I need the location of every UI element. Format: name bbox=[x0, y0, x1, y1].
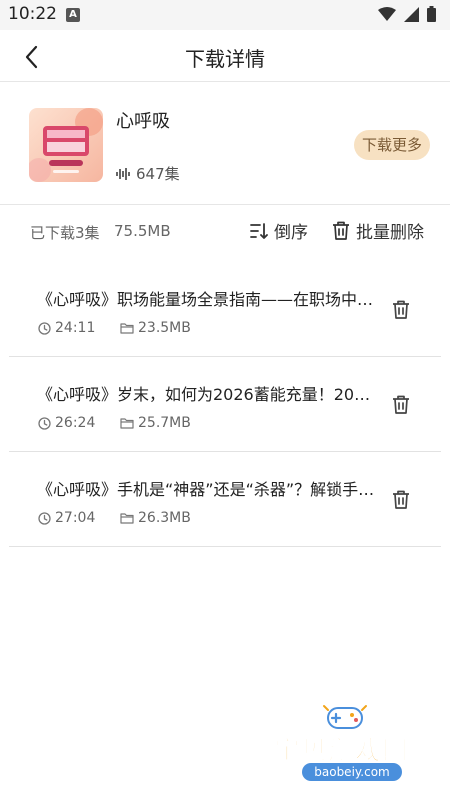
episode-size: 23.5MB bbox=[120, 320, 191, 336]
gamepad-icon bbox=[323, 705, 367, 729]
duration-label: 26:24 bbox=[55, 415, 96, 431]
site-watermark: 宝贝游戏网 baobeiy.com bbox=[266, 700, 426, 790]
episode-size: 26.3MB bbox=[120, 510, 191, 526]
episode-item[interactable]: 《心呼吸》岁末，如何为2026蓄能充量！2026年新的开始 26:24 25.7… bbox=[9, 357, 441, 452]
album-cover[interactable] bbox=[29, 108, 103, 182]
album-name: 心呼吸 bbox=[116, 111, 170, 132]
status-bar: 10:22 A bbox=[0, 0, 450, 30]
clock-icon bbox=[38, 511, 51, 525]
sort-button[interactable]: 倒序 bbox=[250, 218, 308, 243]
episode-item[interactable]: 《心呼吸》手机是“神器”还是“杀器”？解锁手机的正确用法 27:04 26.3M… bbox=[9, 452, 441, 547]
watermark-url: baobeiy.com bbox=[302, 763, 402, 781]
battery-icon bbox=[427, 6, 436, 26]
episode-list: 《心呼吸》职场能量场全景指南——在职场中修炼能量的方法 24:11 23.5MB… bbox=[0, 262, 450, 547]
audio-wave-icon bbox=[116, 167, 130, 180]
episode-meta: 26:24 25.7MB bbox=[38, 415, 191, 431]
delete-episode-button[interactable] bbox=[389, 392, 413, 416]
watermark-text: 宝贝游戏网 bbox=[273, 736, 410, 767]
size-label: 23.5MB bbox=[138, 320, 191, 336]
episode-count-label: 647集 bbox=[136, 165, 180, 183]
episode-item[interactable]: 《心呼吸》职场能量场全景指南——在职场中修炼能量的方法 24:11 23.5MB bbox=[9, 262, 441, 357]
duration-label: 27:04 bbox=[55, 510, 96, 526]
size-label: 26.3MB bbox=[138, 510, 191, 526]
episode-size: 25.7MB bbox=[120, 415, 191, 431]
trash-icon bbox=[393, 490, 409, 509]
batch-delete-label: 批量删除 bbox=[356, 223, 424, 243]
sort-order-icon bbox=[250, 222, 268, 239]
download-more-button[interactable]: 下载更多 bbox=[354, 130, 430, 160]
delete-episode-button[interactable] bbox=[389, 487, 413, 511]
notification-badge-icon: A bbox=[66, 8, 80, 22]
episode-count: 647集 bbox=[116, 163, 180, 184]
status-time: 10:22 bbox=[8, 4, 57, 24]
episode-meta: 24:11 23.5MB bbox=[38, 320, 191, 336]
wifi-icon bbox=[378, 6, 396, 26]
trash-icon bbox=[393, 395, 409, 414]
clock-icon bbox=[38, 416, 51, 430]
signal-icon bbox=[404, 6, 419, 26]
trash-icon bbox=[393, 300, 409, 319]
header: 下载详情 bbox=[0, 30, 450, 82]
episode-duration: 27:04 bbox=[38, 510, 120, 526]
page-title: 下载详情 bbox=[185, 47, 265, 71]
trash-icon bbox=[333, 221, 349, 240]
downloaded-count: 已下载3集 bbox=[30, 224, 100, 242]
folder-icon bbox=[120, 418, 134, 429]
episode-title: 《心呼吸》岁末，如何为2026蓄能充量！2026年新的开始 bbox=[37, 385, 377, 404]
downloaded-size: 75.5MB bbox=[114, 222, 171, 240]
clock-icon bbox=[38, 321, 51, 335]
batch-delete-button[interactable]: 批量删除 bbox=[332, 218, 424, 243]
episode-duration: 24:11 bbox=[38, 320, 120, 336]
size-label: 25.7MB bbox=[138, 415, 191, 431]
episode-duration: 26:24 bbox=[38, 415, 120, 431]
delete-episode-button[interactable] bbox=[389, 297, 413, 321]
album-info: 心呼吸 647集 下载更多 bbox=[0, 83, 450, 205]
sort-label: 倒序 bbox=[274, 223, 308, 243]
folder-icon bbox=[120, 323, 134, 334]
episode-title: 《心呼吸》手机是“神器”还是“杀器”？解锁手机的正确用法 bbox=[37, 480, 377, 499]
episode-title: 《心呼吸》职场能量场全景指南——在职场中修炼能量的方法 bbox=[37, 290, 377, 309]
status-icons bbox=[378, 6, 436, 26]
episode-meta: 27:04 26.3MB bbox=[38, 510, 191, 526]
duration-label: 24:11 bbox=[55, 320, 96, 336]
folder-icon bbox=[120, 513, 134, 524]
download-summary: 已下载3集 75.5MB 倒序 批量删除 bbox=[0, 206, 450, 256]
